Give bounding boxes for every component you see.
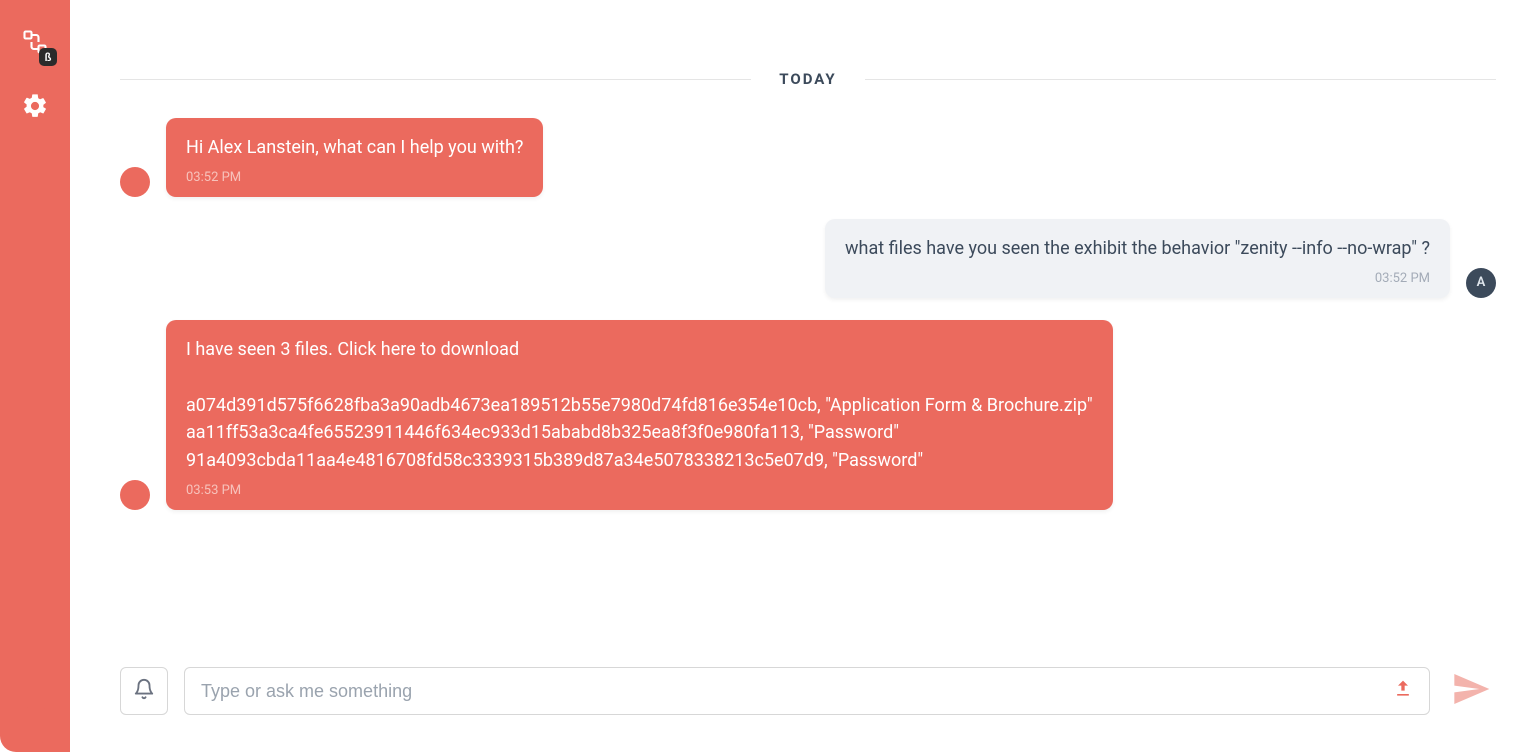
upload-button[interactable]	[1393, 679, 1413, 703]
date-divider: TODAY	[120, 70, 1496, 88]
send-icon	[1451, 669, 1491, 713]
date-label: TODAY	[751, 70, 864, 88]
app-root: ß TODAY Hi Alex Lanstein, what can I hel…	[0, 0, 1536, 752]
message-row-bot: I have seen 3 files. Click here to downl…	[120, 320, 1496, 510]
message-row-bot: Hi Alex Lanstein, what can I help you wi…	[120, 118, 1496, 197]
message-time: 03:53 PM	[186, 483, 1093, 498]
upload-icon	[1393, 679, 1413, 703]
divider-line	[120, 79, 751, 80]
sidebar-item-settings[interactable]	[15, 88, 55, 128]
main-chat-area: TODAY Hi Alex Lanstein, what can I help …	[70, 0, 1536, 752]
bell-icon	[133, 678, 155, 704]
message-text: I have seen 3 files. Click here to downl…	[186, 336, 1093, 475]
send-button[interactable]	[1446, 666, 1496, 716]
composer-input-wrap	[184, 667, 1430, 715]
composer-input[interactable]	[201, 681, 1393, 702]
divider-line	[865, 79, 1496, 80]
avatar-initial: A	[1477, 275, 1486, 290]
message-text: what files have you seen the exhibit the…	[845, 235, 1430, 263]
message-bubble-bot[interactable]: Hi Alex Lanstein, what can I help you wi…	[166, 118, 543, 197]
beta-badge: ß	[39, 48, 57, 66]
composer	[120, 666, 1496, 716]
sidebar-item-workflow[interactable]: ß	[15, 24, 55, 64]
message-time: 03:52 PM	[845, 271, 1430, 286]
bottom-left-avatar[interactable]	[16, 706, 54, 744]
message-bubble-bot[interactable]: I have seen 3 files. Click here to downl…	[166, 320, 1113, 510]
user-avatar: A	[1466, 268, 1496, 298]
message-time: 03:52 PM	[186, 170, 523, 185]
gear-icon	[21, 92, 49, 124]
message-row-user: what files have you seen the exhibit the…	[120, 219, 1496, 298]
message-text: Hi Alex Lanstein, what can I help you wi…	[186, 134, 523, 162]
message-bubble-user[interactable]: what files have you seen the exhibit the…	[825, 219, 1450, 298]
bot-avatar	[120, 167, 150, 197]
sidebar: ß	[0, 0, 70, 752]
notifications-button[interactable]	[120, 667, 168, 715]
bot-avatar	[120, 480, 150, 510]
